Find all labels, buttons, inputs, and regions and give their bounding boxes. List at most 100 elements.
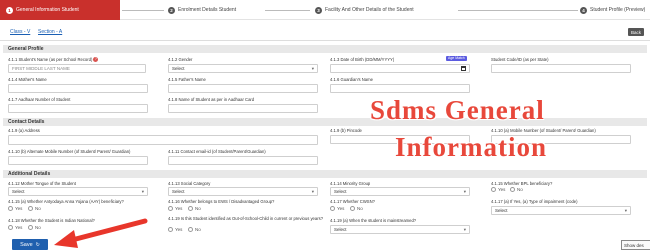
- radio-icon: [330, 206, 335, 211]
- radio-icon: [168, 227, 173, 232]
- step-student-profile[interactable]: 4 Student Profile (Preview): [580, 0, 645, 20]
- email-label: 4.1.11 Contact email-id (of Student/Pare…: [168, 149, 266, 154]
- class-link[interactable]: Class - V: [10, 29, 30, 35]
- minority-group-select-value: Select: [334, 189, 347, 194]
- step-connector: [122, 10, 164, 11]
- aadhaar-number-label: 4.1.7 Aadhaar Number of Student: [8, 97, 71, 102]
- mainstream-select[interactable]: Select ▾: [330, 225, 470, 234]
- indian-no-radio[interactable]: No: [28, 225, 41, 230]
- social-category-select[interactable]: Select ▾: [168, 187, 318, 196]
- mother-tongue-label: 4.1.12 Mother Tongue of the Student: [8, 181, 76, 186]
- mother-tongue-select-value: Select: [12, 189, 25, 194]
- radio-label: Yes: [175, 206, 183, 211]
- pincode-label: 4.1.9 (b) Pincode: [330, 128, 362, 133]
- student-code-label: Student Code/ID (as per State): [491, 57, 549, 62]
- chevron-down-icon: ▾: [624, 208, 627, 213]
- address-input[interactable]: [8, 135, 318, 145]
- step-enrolment-details[interactable]: 2 Enrolment Details Student: [168, 0, 236, 20]
- step-facility-details[interactable]: 3 Facility And Other Details of the Stud…: [315, 0, 414, 20]
- ews-label: 4.1.16 Whether belongs to EWS / Disadvan…: [168, 199, 275, 204]
- step-label: Student Profile (Preview): [590, 7, 646, 13]
- email-input[interactable]: [168, 156, 318, 165]
- bpl-label: 4.1.15 Whether BPL beneficiary?: [491, 181, 553, 186]
- radio-label: No: [517, 187, 523, 192]
- radio-label: No: [35, 206, 41, 211]
- radio-icon: [491, 187, 496, 192]
- radio-label: Yes: [15, 225, 23, 230]
- social-category-label: 4.1.13 Social Category: [168, 181, 211, 186]
- help-icon[interactable]: ?: [93, 57, 99, 63]
- bpl-yes-radio[interactable]: Yes: [491, 187, 505, 192]
- refresh-icon: ↻: [35, 241, 40, 248]
- gender-label: 4.1.2 Gender: [168, 57, 193, 62]
- radio-icon: [28, 225, 33, 230]
- alt-mobile-input[interactable]: [8, 156, 148, 165]
- oosc-yes-radio[interactable]: Yes: [168, 227, 182, 232]
- ews-no-radio[interactable]: No: [188, 206, 201, 211]
- oosc-no-radio[interactable]: No: [188, 227, 201, 232]
- aadhaar-name-label: 4.1.8 Name of Student as per in Aadhaar …: [168, 97, 255, 102]
- mainstream-label: 4.1.19 (a) When the student is mainstrea…: [330, 218, 417, 223]
- aadhaar-number-input[interactable]: [8, 104, 148, 113]
- calendar-icon[interactable]: [461, 66, 466, 71]
- dob-label: 4.1.3 Date of Birth (DD/MM/YYYY): [330, 57, 395, 62]
- impairment-select[interactable]: Select ▾: [491, 206, 631, 215]
- guardian-name-input[interactable]: [330, 84, 470, 93]
- dob-input[interactable]: [330, 64, 470, 73]
- student-name-label-text: 4.1.1 Student's Name (as per School Reco…: [8, 57, 93, 62]
- ews-yes-radio[interactable]: Yes: [168, 206, 182, 211]
- cwsn-no-radio[interactable]: No: [350, 206, 363, 211]
- aay-label: 4.1.15 (a) Whether Antyodaya Anna Yojana…: [8, 199, 124, 204]
- back-button[interactable]: Back: [628, 28, 644, 36]
- overlay-title-line2: Information: [395, 132, 547, 162]
- step-number: 1: [6, 6, 13, 14]
- radio-label: Yes: [337, 206, 345, 211]
- student-name-label: 4.1.1 Student's Name (as per School Reco…: [8, 57, 99, 63]
- aadhaar-name-input[interactable]: [168, 104, 318, 113]
- social-category-select-value: Select: [172, 189, 185, 194]
- alt-mobile-label: 4.1.10 (b) Alternate Mobile Number (of S…: [8, 149, 131, 154]
- radio-label: Yes: [15, 206, 23, 211]
- student-name-input[interactable]: FIRST MIDDLE LAST NAME: [8, 64, 146, 73]
- gender-select[interactable]: Select ▾: [168, 64, 318, 73]
- cwsn-yes-radio[interactable]: Yes: [330, 206, 344, 211]
- show-description-button[interactable]: Show des: [621, 240, 650, 250]
- indian-yes-radio[interactable]: Yes: [8, 225, 22, 230]
- student-code-input[interactable]: [491, 64, 631, 73]
- radio-label: No: [35, 225, 41, 230]
- progress-stepper: 1 General Information Student 2 Enrolmen…: [0, 0, 650, 20]
- step-connector: [265, 10, 310, 11]
- mother-name-input[interactable]: [8, 84, 148, 93]
- class-section-bar: Class - V Section - A Back: [0, 27, 650, 41]
- radio-label: Yes: [175, 227, 183, 232]
- aay-yes-radio[interactable]: Yes: [8, 206, 22, 211]
- step-number: 2: [168, 6, 175, 14]
- arrow-pointer-icon: [54, 218, 148, 248]
- radio-label: Yes: [498, 187, 506, 192]
- chevron-down-icon: ▾: [141, 189, 144, 194]
- radio-icon: [188, 206, 193, 211]
- address-label: 4.1.9 (a) Address: [8, 128, 40, 133]
- minority-group-select[interactable]: Select ▾: [330, 187, 470, 196]
- father-name-input[interactable]: [168, 84, 318, 93]
- radio-icon: [28, 206, 33, 211]
- age-match-badge: Age Match: [446, 56, 467, 61]
- impairment-select-value: Select: [495, 208, 508, 213]
- section-link[interactable]: Section - A: [38, 29, 62, 35]
- mother-tongue-select[interactable]: Select ▾: [8, 187, 148, 196]
- bpl-no-radio[interactable]: No: [510, 187, 523, 192]
- section-header-contact-details: Contact Details: [3, 118, 647, 126]
- save-button[interactable]: Save ↻: [12, 239, 48, 250]
- chevron-down-icon: ▾: [463, 227, 466, 232]
- radio-label: No: [195, 206, 201, 211]
- step-general-information[interactable]: 1 General Information Student: [0, 0, 120, 20]
- father-name-label: 4.1.5 Father's Name: [168, 77, 206, 82]
- save-label: Save: [20, 241, 33, 248]
- radio-icon: [8, 206, 13, 211]
- radio-icon: [8, 225, 13, 230]
- aay-no-radio[interactable]: No: [28, 206, 41, 211]
- step-number: 4: [580, 6, 587, 14]
- radio-label: No: [195, 227, 201, 232]
- radio-icon: [188, 227, 193, 232]
- minority-group-label: 4.1.14 Minority Group: [330, 181, 371, 186]
